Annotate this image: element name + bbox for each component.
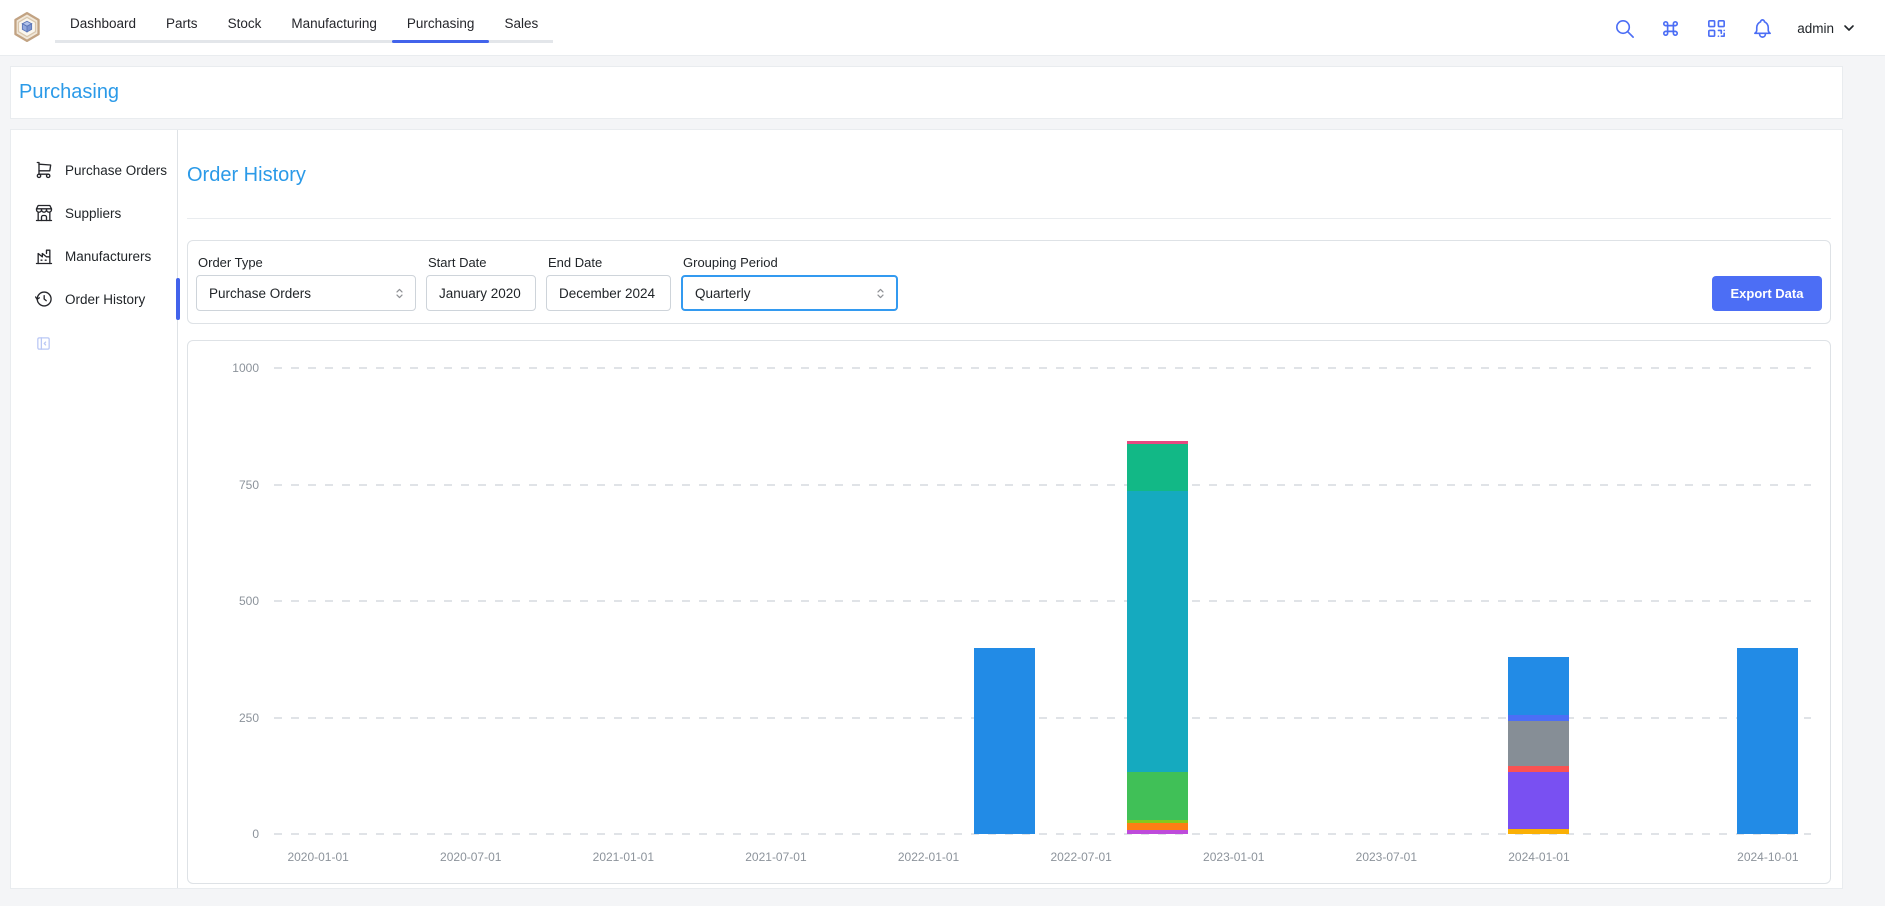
grouping-period-value: Quarterly (695, 286, 751, 301)
sidebar-collapse-icon[interactable] (35, 335, 52, 352)
sidebar-item-label: Purchase Orders (65, 163, 167, 178)
tab-purchasing[interactable]: Purchasing (392, 9, 490, 40)
end-date-label: End Date (546, 255, 671, 270)
bar-2022-10-01[interactable] (1127, 441, 1188, 834)
bar-segment[interactable] (974, 648, 1035, 834)
order-type-field: Order Type Purchase Orders (196, 255, 416, 311)
y-tick-label: 500 (188, 594, 259, 608)
qrcode-icon[interactable] (1705, 17, 1728, 40)
y-gridline (274, 600, 1811, 602)
grouping-period-label: Grouping Period (681, 255, 898, 270)
breadcrumb-panel: Purchasing (10, 66, 1843, 119)
y-tick-label: 750 (188, 478, 259, 492)
x-tick-label: 2023-07-01 (1356, 850, 1417, 864)
sidebar-item-label: Order History (65, 292, 145, 307)
sidebar: Purchase Orders Suppliers Manufacturers Ord… (11, 130, 178, 888)
sidebar-item-label: Suppliers (65, 206, 121, 221)
tab-manufacturing[interactable]: Manufacturing (276, 9, 392, 40)
command-icon[interactable] (1659, 17, 1682, 40)
grouping-period-field: Grouping Period Quarterly (681, 255, 898, 311)
bar-2024-01-01[interactable] (1508, 657, 1569, 834)
sidebar-item-purchase-orders[interactable]: Purchase Orders (11, 151, 177, 189)
chevron-down-icon (1841, 20, 1857, 36)
app-logo-icon[interactable] (13, 12, 41, 42)
bar-segment[interactable] (1508, 721, 1569, 766)
bar-segment[interactable] (1127, 772, 1188, 819)
building-store-icon (34, 203, 54, 223)
chart-area: 0 250 500 750 1000 2020-01-01 2020-07-01 2021-0… (188, 341, 1830, 883)
y-tick-label: 250 (188, 711, 259, 725)
export-data-button[interactable]: Export Data (1712, 276, 1822, 311)
x-tick-label: 2020-01-01 (287, 850, 348, 864)
sidebar-item-order-history[interactable]: Order History (11, 280, 177, 318)
y-gridline (274, 717, 1811, 719)
user-menu[interactable]: admin (1797, 20, 1857, 36)
navbar-icon-group (1613, 17, 1774, 40)
sidebar-item-label: Manufacturers (65, 249, 151, 264)
tab-sales[interactable]: Sales (489, 9, 553, 40)
search-icon[interactable] (1613, 17, 1636, 40)
divider (187, 218, 1831, 219)
content-panel: Order History Order Type Purchase Orders… (178, 130, 1842, 888)
sidebar-item-manufacturers[interactable]: Manufacturers (11, 237, 177, 275)
order-type-value: Purchase Orders (209, 286, 311, 301)
x-tick-label: 2020-07-01 (440, 850, 501, 864)
start-date-field: Start Date (426, 255, 536, 311)
bell-icon[interactable] (1751, 17, 1774, 40)
page-title: Order History (187, 164, 1831, 186)
grouping-period-select[interactable]: Quarterly (681, 275, 898, 311)
end-date-input[interactable] (546, 275, 671, 311)
x-tick-label: 2023-01-01 (1203, 850, 1264, 864)
y-tick-label: 1000 (188, 361, 259, 375)
x-tick-label: 2024-10-01 (1737, 850, 1798, 864)
tab-parts[interactable]: Parts (151, 9, 213, 40)
selector-icon (392, 286, 407, 301)
history-icon (34, 289, 54, 309)
factory-icon (34, 246, 54, 266)
order-type-label: Order Type (196, 255, 416, 270)
y-gridline (274, 833, 1811, 835)
bar-segment[interactable] (1127, 491, 1188, 772)
username: admin (1797, 21, 1834, 36)
bar-segment[interactable] (1737, 648, 1798, 834)
x-tick-label: 2021-01-01 (593, 850, 654, 864)
y-tick-label: 0 (188, 827, 259, 841)
x-tick-label: 2024-01-01 (1508, 850, 1569, 864)
bar-segment[interactable] (1508, 829, 1569, 834)
tab-dashboard[interactable]: Dashboard (55, 9, 151, 40)
start-date-label: Start Date (426, 255, 536, 270)
bar-2022-04-01[interactable] (974, 648, 1035, 834)
bar-segment[interactable] (1508, 772, 1569, 829)
bar-segment[interactable] (1127, 830, 1188, 834)
breadcrumb-purchasing[interactable]: Purchasing (19, 81, 119, 104)
bar-segment[interactable] (1508, 657, 1569, 716)
sidebar-item-suppliers[interactable]: Suppliers (11, 194, 177, 232)
x-tick-label: 2022-01-01 (898, 850, 959, 864)
navbar-actions: admin (1613, 0, 1857, 56)
top-navbar: DashboardPartsStockManufacturingPurchasi… (0, 0, 1885, 56)
filter-bar: Order Type Purchase Orders Start Date En… (187, 240, 1831, 324)
bar-2024-10-01[interactable] (1737, 648, 1798, 834)
shopping-cart-icon (34, 160, 54, 180)
selector-icon (873, 286, 888, 301)
order-history-chart: 0 250 500 750 1000 2020-01-01 2020-07-01 2021-0… (187, 340, 1831, 884)
main-nav-tabs: DashboardPartsStockManufacturingPurchasi… (55, 9, 553, 43)
x-tick-label: 2022-07-01 (1050, 850, 1111, 864)
y-gridline (274, 367, 1811, 369)
end-date-field: End Date (546, 255, 671, 311)
tab-stock[interactable]: Stock (213, 9, 277, 40)
x-tick-label: 2021-07-01 (745, 850, 806, 864)
order-type-select[interactable]: Purchase Orders (196, 275, 416, 311)
y-gridline (274, 484, 1811, 486)
bar-segment[interactable] (1127, 444, 1188, 491)
start-date-input[interactable] (426, 275, 536, 311)
main-panel: Purchase Orders Suppliers Manufacturers Ord… (10, 129, 1843, 889)
